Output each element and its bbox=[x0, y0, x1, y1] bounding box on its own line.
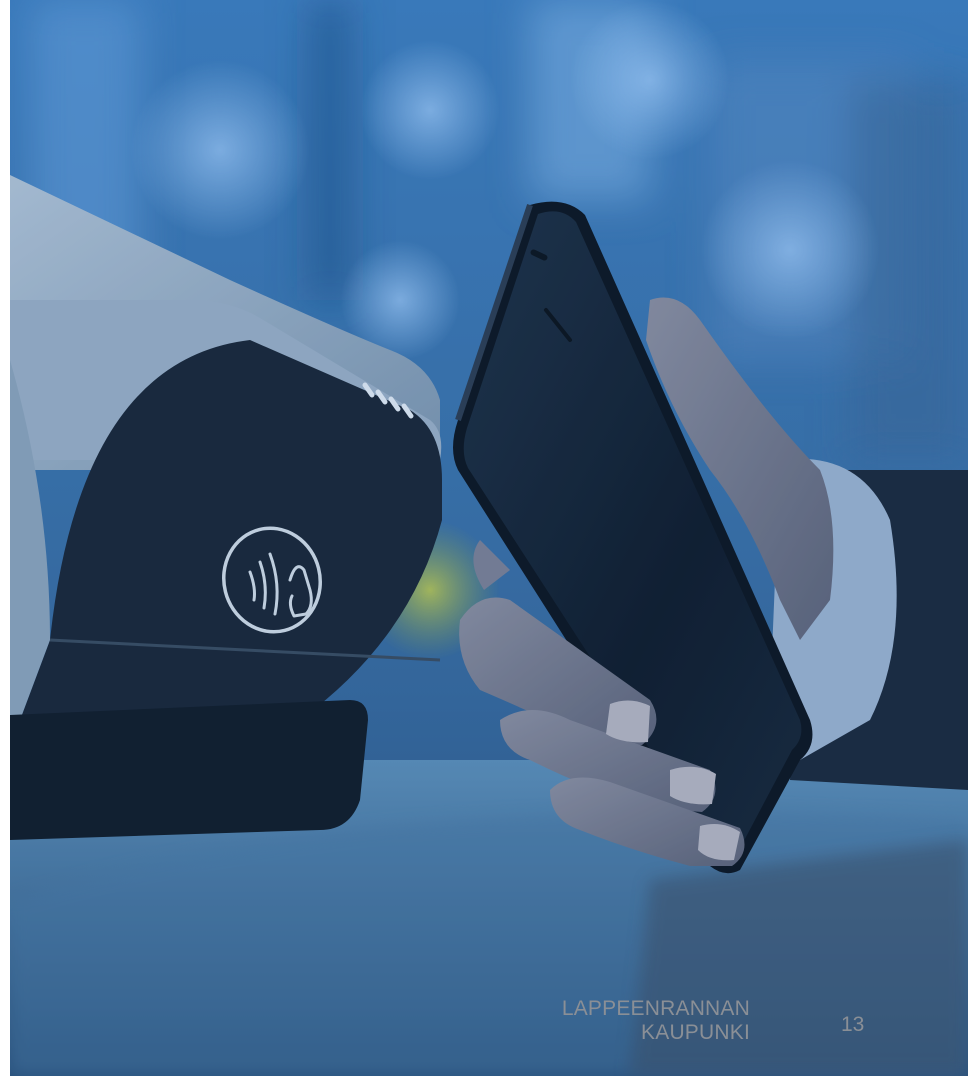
slide: LAPPEENRANNAN KAUPUNKI 13 bbox=[10, 0, 968, 1076]
organization-name: LAPPEENRANNAN KAUPUNKI bbox=[562, 997, 750, 1045]
page-number: 13 bbox=[841, 1013, 865, 1036]
organization-name-line-2: KAUPUNKI bbox=[641, 1021, 750, 1044]
background-photo bbox=[10, 0, 968, 1076]
organization-name-line-1: LAPPEENRANNAN bbox=[561, 997, 750, 1020]
